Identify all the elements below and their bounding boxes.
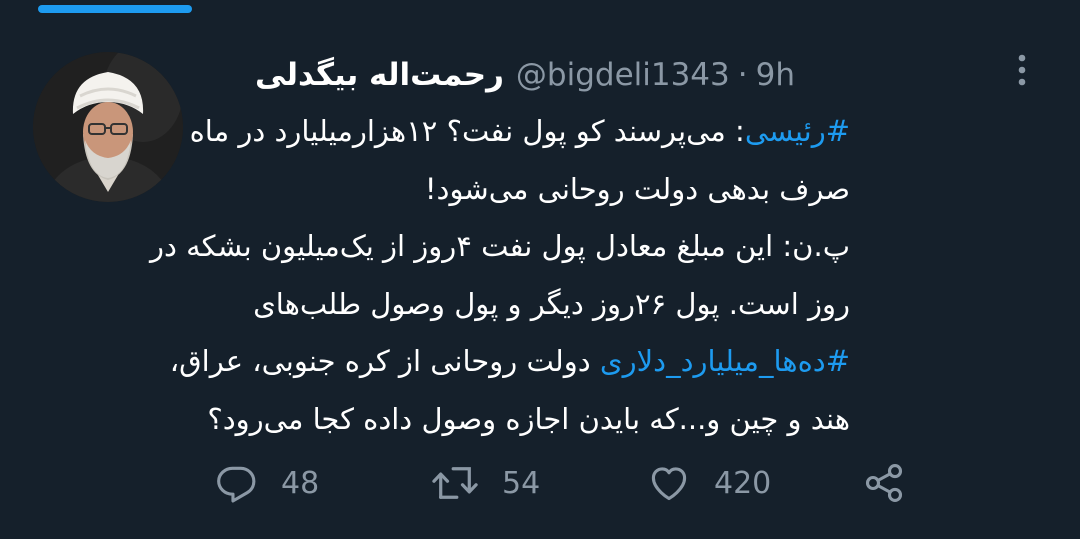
reply-count: 48 — [281, 465, 320, 501]
tweet-screen: رحمت‌اله بیگدلی @bigdeli1343 · 9h #رئیسی… — [0, 0, 1080, 539]
tweet-time[interactable]: 9h — [756, 57, 795, 93]
tweet-line: صرف بدهی دولت روحانی می‌شود! — [424, 171, 850, 206]
tweet-line-text: دولت روحانی از کره جنوبی، عراق، — [169, 344, 600, 378]
retweet-icon — [430, 461, 480, 505]
tweet-action-bar: 48 54 420 — [0, 455, 1080, 511]
tweet-line-text: : می‌پرسند کو پول نفت؟ ۱۲هزارمیلیارد در … — [189, 114, 745, 148]
heart-icon — [646, 461, 692, 505]
separator-dot: · — [737, 57, 748, 93]
tweet-line: هند و چین و...که بایدن اجازه وصول داده ک… — [207, 401, 850, 436]
tab-indicator — [38, 5, 192, 13]
author-display-name[interactable]: رحمت‌اله بیگدلی — [255, 57, 504, 93]
like-count: 420 — [714, 465, 772, 501]
retweet-count: 54 — [502, 465, 541, 501]
more-vertical-icon[interactable] — [1012, 52, 1032, 88]
avatar[interactable] — [33, 52, 183, 202]
hashtag-link[interactable]: #رئیسی — [745, 114, 850, 148]
retweet-button[interactable]: 54 — [430, 455, 540, 511]
tweet-line: روز است. پول ۲۶روز دیگر و پول وصول طلب‌ه… — [253, 286, 850, 321]
share-button[interactable] — [860, 455, 908, 511]
like-button[interactable]: 420 — [646, 455, 771, 511]
tweet-line: #ده‌ها_میلیارد_دلاری دولت روحانی از کره … — [170, 333, 850, 391]
tweet-text: #رئیسی: می‌پرسند کو پول نفت؟ ۱۲هزارمیلیا… — [150, 103, 850, 448]
author-handle[interactable]: @bigdeli1343 — [516, 57, 730, 93]
hashtag-link[interactable]: #ده‌ها_میلیارد_دلاری — [600, 344, 850, 378]
tweet-line: #رئیسی: می‌پرسند کو پول نفت؟ ۱۲هزارمیلیا… — [190, 103, 850, 161]
tweet-line: پ.ن: این مبلغ معادل پول نفت ۴روز از یک‌م… — [150, 229, 850, 263]
tweet-header: رحمت‌اله بیگدلی @bigdeli1343 · 9h — [255, 55, 795, 95]
reply-button[interactable]: 48 — [215, 455, 319, 511]
share-icon — [860, 461, 908, 505]
reply-icon — [215, 461, 259, 505]
